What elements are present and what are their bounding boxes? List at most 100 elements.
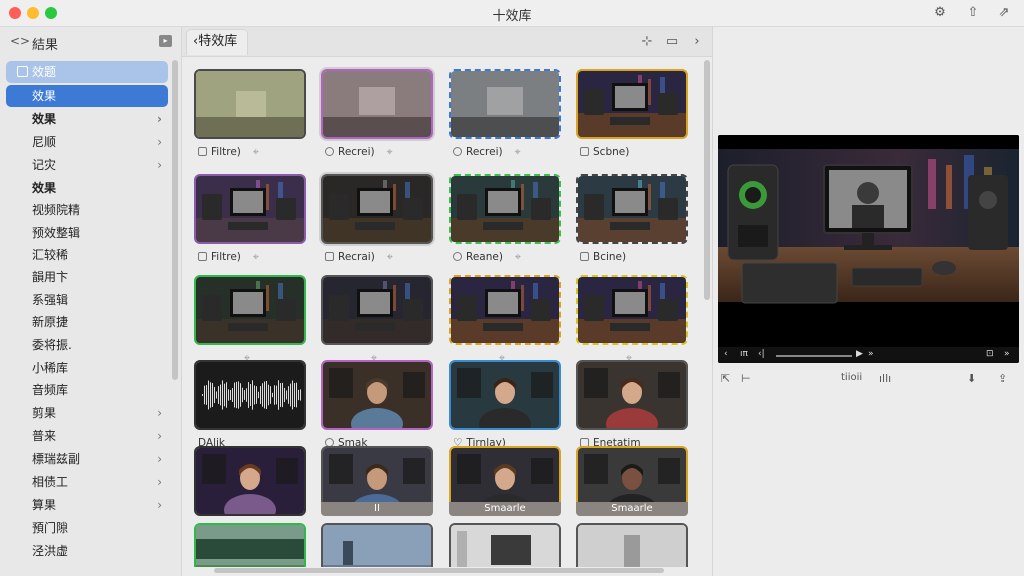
- effect-thumbnail[interactable]: [194, 446, 306, 516]
- checkbox-icon[interactable]: [580, 147, 589, 156]
- sidebar-item[interactable]: 音频库: [6, 379, 168, 401]
- sidebar-item[interactable]: 效果: [6, 177, 168, 199]
- export-icon[interactable]: ⇪: [998, 372, 1007, 385]
- effect-thumbnail[interactable]: [449, 360, 561, 430]
- sidebar-toggle-icon[interactable]: ▸: [159, 35, 172, 47]
- sidebar-item[interactable]: 尼顺 ›: [6, 131, 168, 153]
- effect-thumbnail[interactable]: [576, 174, 688, 244]
- pin-icon[interactable]: ⌖: [253, 146, 259, 158]
- thumbnail-image: [196, 448, 304, 514]
- effect-thumbnail[interactable]: [194, 174, 306, 244]
- sidebar-item[interactable]: 泾洪虚: [6, 540, 168, 562]
- grid-vertical-scrollbar[interactable]: [704, 60, 710, 300]
- effect-thumbnail[interactable]: [576, 275, 688, 345]
- radio-icon[interactable]: [453, 252, 462, 261]
- effect-thumbnail[interactable]: [321, 275, 433, 345]
- sidebar-scrollbar[interactable]: [172, 60, 178, 380]
- effect-thumbnail[interactable]: [321, 523, 433, 567]
- thumbnail-image: [196, 176, 304, 242]
- sidebar-item[interactable]: 委将振.: [6, 334, 168, 356]
- pin-icon[interactable]: ⌖: [515, 251, 521, 263]
- sidebar-item[interactable]: 算果 ›: [6, 494, 168, 516]
- download-icon[interactable]: ⬇: [967, 372, 976, 385]
- effect-name: Recrei): [338, 146, 375, 158]
- sidebar-item[interactable]: 標瑞兹副 ›: [6, 448, 168, 470]
- external-icon[interactable]: ⇗: [995, 5, 1013, 21]
- pin-icon[interactable]: ⌖: [253, 251, 259, 263]
- sidebar-item[interactable]: 汇较稀: [6, 244, 168, 266]
- rewind-icon[interactable]: ‹: [724, 349, 728, 359]
- timeline-scrubber[interactable]: [776, 355, 852, 357]
- effect-thumbnail[interactable]: [194, 69, 306, 139]
- forward-icon[interactable]: »: [1004, 349, 1010, 359]
- sidebar-item[interactable]: 普来 ›: [6, 425, 168, 447]
- preview-viewer[interactable]: ‹ ıπ ‹| ▶ » ⊡ »: [718, 135, 1019, 363]
- effect-thumbnail[interactable]: [576, 523, 688, 567]
- pin-icon[interactable]: ⌖: [387, 251, 393, 263]
- chevron-right-icon: ›: [157, 158, 162, 172]
- effect-thumbnail[interactable]: [194, 360, 306, 430]
- effect-label: Recrei) ⌖: [325, 144, 393, 160]
- checkbox-icon[interactable]: [198, 252, 207, 261]
- effect-thumbnail[interactable]: [321, 360, 433, 430]
- sidebar-item[interactable]: 效果: [6, 85, 168, 107]
- fullscreen-icon[interactable]: ⊡: [986, 349, 994, 359]
- share-icon[interactable]: ⇧: [964, 5, 982, 21]
- sidebar-item[interactable]: 新原捷: [6, 311, 168, 333]
- chevron-right-icon: ›: [157, 452, 162, 466]
- play-icon[interactable]: ▶: [856, 349, 863, 359]
- thumbnail-image: [451, 525, 559, 567]
- chevron-right-icon[interactable]: ›: [688, 34, 706, 49]
- effect-thumbnail[interactable]: [449, 523, 561, 567]
- view-toggle-icon[interactable]: ▭: [663, 34, 681, 49]
- checkbox-icon[interactable]: [198, 147, 207, 156]
- sidebar-item[interactable]: 相债工 ›: [6, 471, 168, 493]
- sidebar-item-label: 预效整辑: [32, 226, 81, 240]
- preview-toolbar: ⇱ ⊢ tiioii ıllı ⬇ ⇪: [713, 369, 1024, 391]
- sidebar-item[interactable]: 韻用卞: [6, 266, 168, 288]
- thumbnail-image: [323, 277, 431, 343]
- sidebar-item[interactable]: 预效整辑: [6, 222, 168, 244]
- gear-icon[interactable]: ⚙: [931, 5, 949, 21]
- grid-horizontal-scrollbar[interactable]: [214, 568, 664, 573]
- effect-thumbnail[interactable]: [321, 69, 433, 139]
- effect-thumbnail[interactable]: [449, 69, 561, 139]
- sidebar-item[interactable]: 记灾 ›: [6, 154, 168, 176]
- pin-icon[interactable]: ⌖: [387, 146, 393, 158]
- cursor-icon[interactable]: ⇱: [721, 372, 730, 385]
- sidebar-item[interactable]: 剪果 ›: [6, 402, 168, 424]
- sidebar-item-label: 預门隙: [32, 521, 69, 535]
- filter-icon[interactable]: ⊹: [638, 34, 656, 49]
- chevron-right-icon: ›: [157, 112, 162, 126]
- tab-effects-library[interactable]: ‹特效库: [186, 29, 248, 55]
- sidebar-item-label: 普来: [32, 429, 57, 443]
- in-out-icon[interactable]: ⊢: [741, 372, 751, 385]
- sidebar-item[interactable]: 效题: [6, 61, 168, 83]
- checkbox-icon[interactable]: [325, 252, 334, 261]
- effect-thumbnail[interactable]: [194, 275, 306, 345]
- back-forward-icon[interactable]: <>: [10, 34, 30, 48]
- sidebar-item[interactable]: 小稀库: [6, 357, 168, 379]
- volume-icon[interactable]: »: [868, 349, 874, 359]
- sidebar-item[interactable]: 视频院精: [6, 199, 168, 221]
- effect-thumbnail[interactable]: [194, 523, 306, 567]
- effect-thumbnail[interactable]: [449, 174, 561, 244]
- chevron-right-icon: ›: [157, 429, 162, 443]
- sidebar-item[interactable]: 效果 ›: [6, 108, 168, 130]
- mark-in-icon[interactable]: ‹|: [758, 349, 765, 359]
- radio-icon[interactable]: [453, 147, 462, 156]
- checkbox-icon[interactable]: [580, 252, 589, 261]
- sidebar-item[interactable]: 系强辑: [6, 289, 168, 311]
- effect-thumbnail[interactable]: [576, 360, 688, 430]
- sidebar-item-label: 音频库: [32, 383, 69, 397]
- chapter-icon[interactable]: ıπ: [740, 349, 748, 359]
- effect-thumbnail[interactable]: [321, 174, 433, 244]
- pin-icon[interactable]: ⌖: [515, 146, 521, 158]
- waveform-icon[interactable]: ıllı: [879, 372, 891, 385]
- radio-icon[interactable]: [325, 147, 334, 156]
- sidebar: <> 結果 ▸ 效题 效果 效果 › 尼顺 › 记灾 › 效果 视频院精 预效整辑 汇较稀 韻用卞 系强辑…: [0, 27, 182, 576]
- thumbnail-image: [323, 362, 431, 428]
- sidebar-item[interactable]: 預门隙: [6, 517, 168, 539]
- effect-thumbnail[interactable]: [449, 275, 561, 345]
- effect-thumbnail[interactable]: [576, 69, 688, 139]
